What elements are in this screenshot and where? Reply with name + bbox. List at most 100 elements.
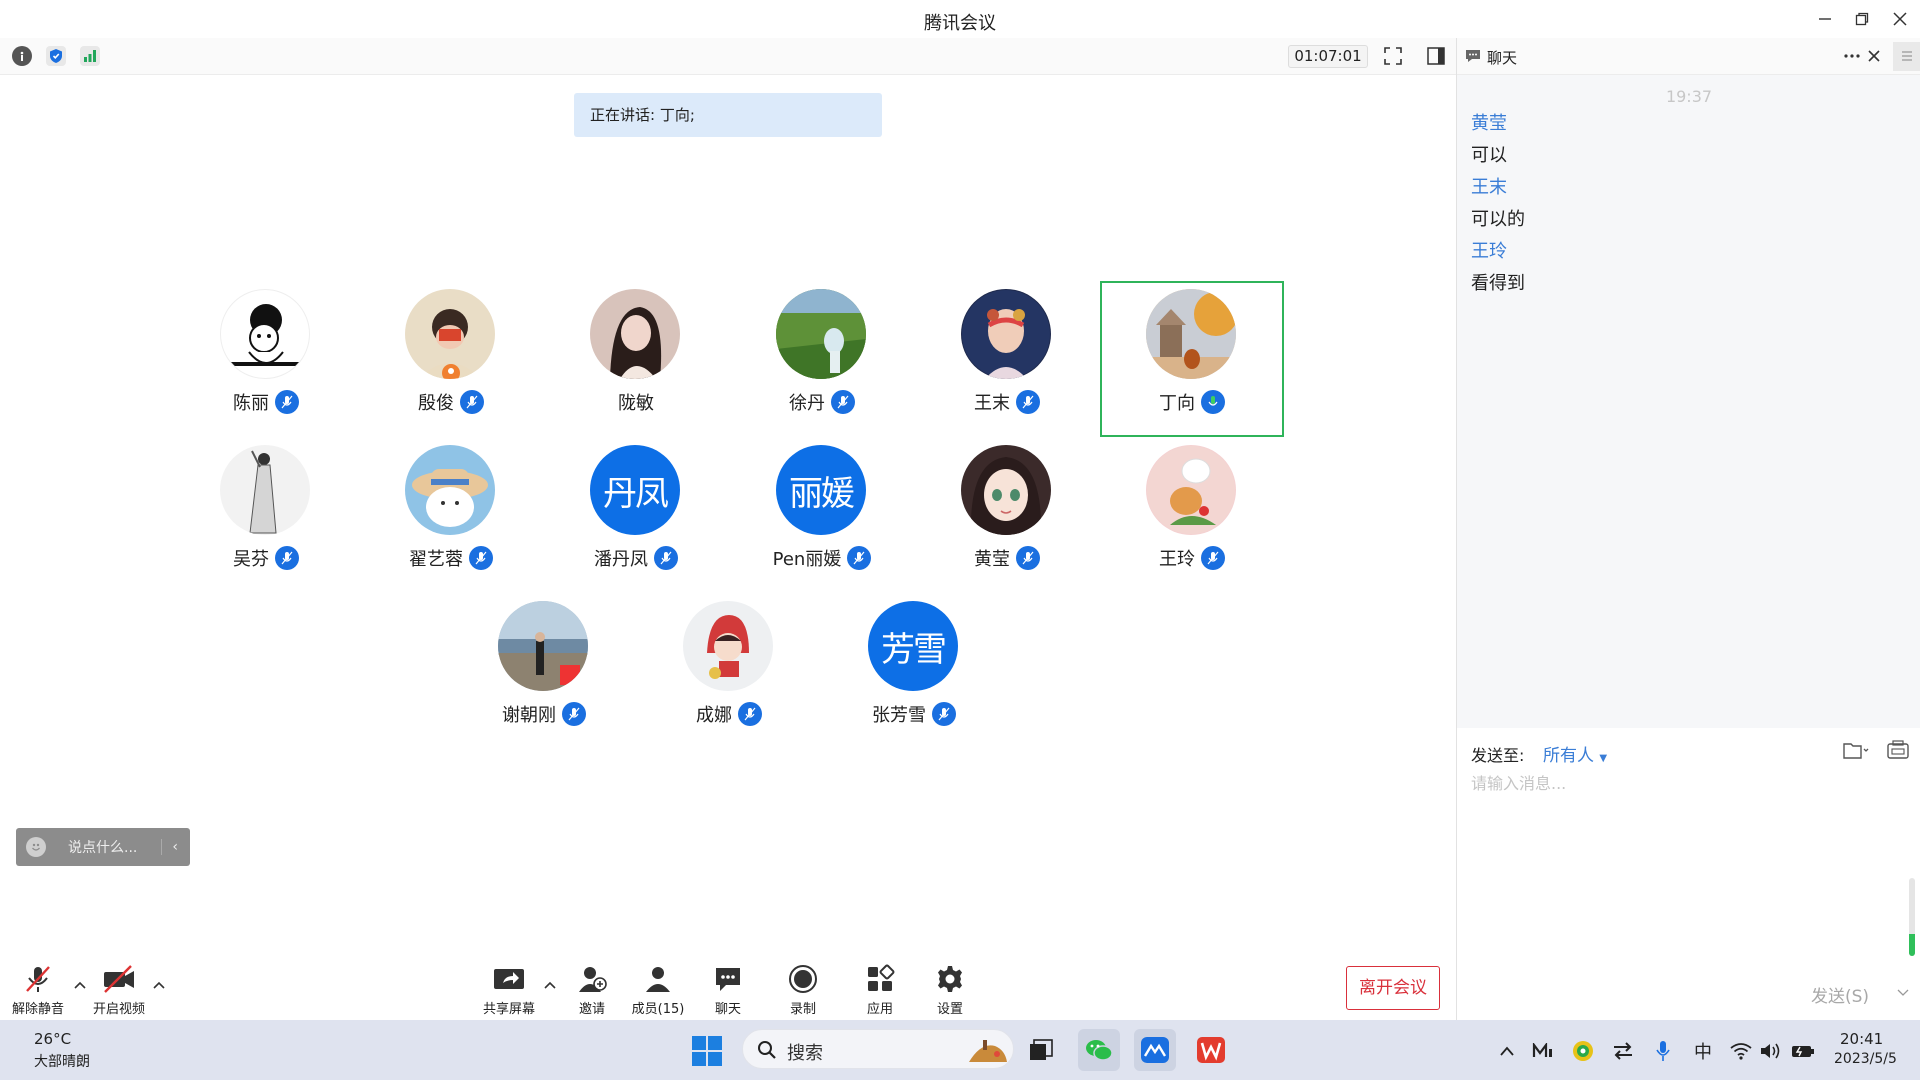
avatar bbox=[961, 445, 1051, 535]
volume-icon[interactable] bbox=[1758, 1038, 1784, 1064]
apps-button[interactable]: 应用 bbox=[844, 962, 916, 1018]
wps-app[interactable] bbox=[1190, 1029, 1232, 1071]
emoji-icon[interactable] bbox=[26, 837, 46, 857]
wifi-icon[interactable] bbox=[1728, 1038, 1754, 1064]
apps-grid-icon bbox=[863, 962, 897, 996]
close-chat-icon[interactable] bbox=[1867, 49, 1881, 63]
participant-tile[interactable]: 黄莹 bbox=[915, 437, 1099, 593]
gear-icon bbox=[933, 962, 967, 996]
participant-tile[interactable]: 谢朝刚 bbox=[452, 593, 636, 749]
participant-tile[interactable]: 翟艺蓉 bbox=[359, 437, 543, 593]
clock-time[interactable]: 20:41 bbox=[1840, 1030, 1883, 1048]
quick-message-box[interactable]: 说点什么... ‹ bbox=[16, 828, 190, 866]
record-icon bbox=[786, 962, 820, 996]
participant-tile[interactable]: 吴芬 bbox=[174, 437, 358, 593]
participant-name: 翟艺蓉 bbox=[409, 549, 463, 570]
participant-name: 吴芬 bbox=[233, 549, 269, 570]
participant-tile-active-speaker[interactable]: 丁向 bbox=[1100, 281, 1284, 437]
participant-tile[interactable]: 徐丹 bbox=[730, 281, 914, 437]
clock-date[interactable]: 2023/5/5 bbox=[1834, 1051, 1897, 1067]
task-view-icon bbox=[1030, 1039, 1053, 1060]
ime-indicator[interactable]: 中 bbox=[1690, 1038, 1716, 1064]
chat-messages: 19:37 黄莹 可以 王末 可以的 王玲 看得到 bbox=[1457, 75, 1920, 728]
search-placeholder: 搜索 bbox=[787, 1043, 823, 1064]
participant-name: 王玲 bbox=[1159, 549, 1195, 570]
more-options-icon[interactable] bbox=[1843, 50, 1861, 62]
info-icon[interactable] bbox=[12, 46, 32, 66]
layout-toggle-button[interactable] bbox=[1426, 46, 1446, 66]
record-button[interactable]: 录制 bbox=[767, 962, 839, 1018]
message-sender[interactable]: 王末 bbox=[1471, 173, 1507, 199]
tencent-meeting-app[interactable] bbox=[1134, 1029, 1176, 1071]
participant-tile[interactable]: 王末 bbox=[915, 281, 1099, 437]
mic-icon bbox=[469, 546, 493, 570]
participant-tile[interactable]: 丹凤 潘丹凤 bbox=[544, 437, 728, 593]
mic-icon bbox=[831, 390, 855, 414]
participant-tile[interactable]: 陈丽 bbox=[174, 281, 358, 437]
participant-tile[interactable]: 殷俊 bbox=[359, 281, 543, 437]
avatar bbox=[220, 289, 310, 379]
restore-button[interactable] bbox=[1849, 6, 1875, 32]
tray-app-m-icon[interactable] bbox=[1530, 1038, 1556, 1064]
send-button[interactable]: 发送(S) bbox=[1811, 982, 1869, 1007]
menu-icon bbox=[1902, 51, 1912, 61]
minimize-button[interactable] bbox=[1812, 6, 1838, 32]
settings-button[interactable]: 设置 bbox=[914, 962, 986, 1018]
avatar bbox=[590, 289, 680, 379]
message-sender[interactable]: 王玲 bbox=[1471, 237, 1507, 263]
meeting-timer: 01:07:01 bbox=[1288, 45, 1368, 68]
fullscreen-button[interactable] bbox=[1383, 46, 1403, 66]
video-stage: 正在讲话: 丁向; 陈丽 殷俊 陇敏 徐丹 王末 丁向 吴芬 翟艺蓉 丹凤 潘丹… bbox=[0, 75, 1456, 1020]
participant-tile[interactable]: 丽媛 Pen丽媛 bbox=[730, 437, 914, 593]
share-screen-label: 共享屏幕 bbox=[482, 1002, 535, 1017]
unmute-button[interactable]: 解除静音 bbox=[2, 962, 74, 1018]
wps-icon bbox=[1197, 1037, 1225, 1063]
avatar bbox=[1146, 445, 1236, 535]
mic-icon bbox=[1016, 390, 1040, 414]
wechat-app[interactable] bbox=[1078, 1029, 1120, 1071]
security-shield-icon[interactable] bbox=[46, 46, 66, 66]
show-hidden-icons-chevron-icon[interactable] bbox=[1494, 1038, 1520, 1064]
leave-meeting-button[interactable]: 离开会议 bbox=[1346, 966, 1440, 1010]
start-video-button[interactable]: 开启视频 bbox=[83, 962, 155, 1018]
participant-name: 黄莹 bbox=[974, 549, 1010, 570]
message-input[interactable]: 请输入消息... bbox=[1471, 770, 1566, 794]
members-button[interactable]: 成员(15) bbox=[622, 962, 694, 1018]
message-text: 看得到 bbox=[1471, 273, 1525, 294]
mic-speaking-icon bbox=[1201, 390, 1225, 414]
share-options-chevron-icon[interactable] bbox=[543, 978, 557, 992]
participant-tile[interactable]: 成娜 bbox=[637, 593, 821, 749]
recipient-select[interactable]: 所有人 ▼ bbox=[1543, 741, 1607, 766]
participant-name: 丁向 bbox=[1159, 393, 1195, 414]
file-folder-icon[interactable] bbox=[1843, 740, 1869, 760]
avatar-initials: 丽媛 bbox=[776, 445, 866, 535]
participant-tile[interactable]: 王玲 bbox=[1100, 437, 1284, 593]
weather-temperature[interactable]: 26°C bbox=[34, 1030, 71, 1048]
windows-start-icon[interactable] bbox=[692, 1036, 722, 1066]
avatar-initials: 丹凤 bbox=[590, 445, 680, 535]
tray-transfer-icon[interactable] bbox=[1610, 1038, 1636, 1064]
title-bar: 腾讯会议 bbox=[0, 0, 1920, 38]
invite-button[interactable]: 邀请 bbox=[556, 962, 628, 1018]
chat-button[interactable]: 聊天 bbox=[692, 962, 764, 1018]
send-options-chevron-icon[interactable] bbox=[1897, 988, 1909, 998]
task-view-button[interactable] bbox=[1020, 1029, 1062, 1071]
close-window-button[interactable] bbox=[1887, 6, 1913, 32]
weather-description[interactable]: 大部晴朗 bbox=[34, 1051, 90, 1071]
members-label: 成员(15) bbox=[631, 1002, 685, 1017]
battery-icon[interactable] bbox=[1790, 1038, 1816, 1064]
dropdown-arrow-icon: ▼ bbox=[1599, 753, 1608, 764]
share-screen-button[interactable]: 共享屏幕 bbox=[473, 962, 545, 1018]
participant-name: 徐丹 bbox=[789, 393, 825, 414]
collapse-chevron-icon[interactable]: ‹ bbox=[161, 839, 178, 855]
side-menu-button[interactable] bbox=[1893, 42, 1920, 71]
participant-tile[interactable]: 芳雪 张芳雪 bbox=[822, 593, 1006, 749]
screenshot-icon[interactable] bbox=[1887, 740, 1909, 760]
tray-status-circle-icon[interactable] bbox=[1570, 1038, 1596, 1064]
participant-tile[interactable]: 陇敏 bbox=[544, 281, 728, 437]
network-signal-icon[interactable] bbox=[80, 46, 100, 66]
message-sender[interactable]: 黄莹 bbox=[1471, 109, 1507, 135]
taskbar-search[interactable]: 搜索 bbox=[742, 1029, 1014, 1069]
video-options-chevron-icon[interactable] bbox=[152, 978, 166, 992]
tray-mic-icon[interactable] bbox=[1650, 1038, 1676, 1064]
